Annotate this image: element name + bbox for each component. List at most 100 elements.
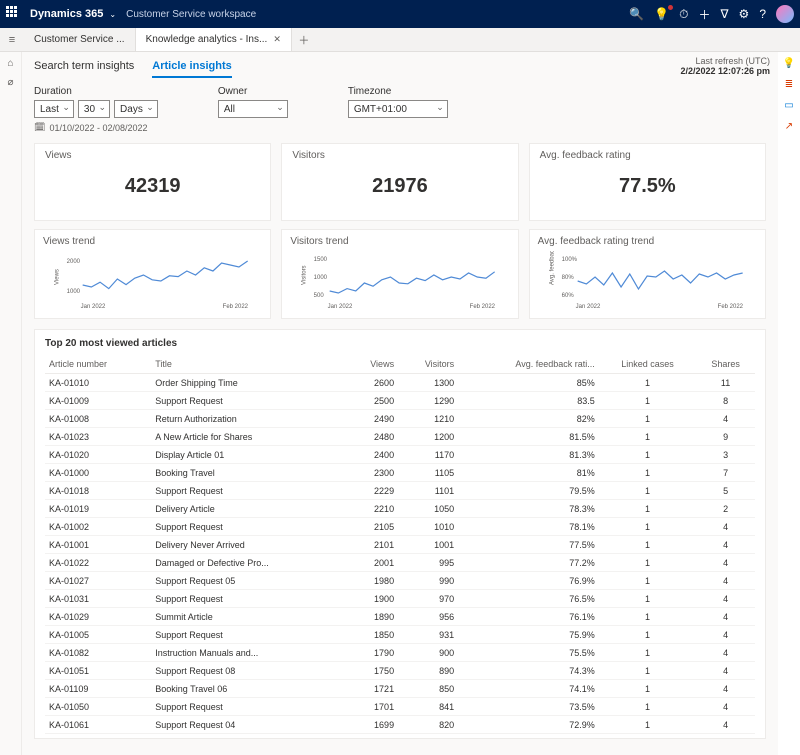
filter-icon[interactable]: ∇ bbox=[721, 7, 729, 21]
close-icon[interactable]: ✕ bbox=[273, 34, 281, 45]
table-row[interactable]: KA-01109Booking Travel 06172185074.1%14 bbox=[45, 680, 755, 698]
share-icon[interactable]: ↗ bbox=[785, 121, 793, 132]
owner-select[interactable]: All bbox=[218, 100, 288, 118]
table-row[interactable]: KA-01008Return Authorization2490121082%1… bbox=[45, 410, 755, 428]
table-row[interactable]: KA-01027Support Request 05198099076.9%14 bbox=[45, 572, 755, 590]
svg-text:60%: 60% bbox=[561, 293, 574, 299]
table-row[interactable]: KA-01020Display Article 012400117081.3%1… bbox=[45, 446, 755, 464]
cell-title: Instruction Manuals and... bbox=[151, 644, 347, 662]
cell-article: KA-01022 bbox=[45, 554, 151, 572]
col-feedback[interactable]: Avg. feedback rati... bbox=[458, 355, 599, 374]
table-row[interactable]: KA-01031Support Request190097076.5%14 bbox=[45, 590, 755, 608]
help-icon[interactable]: ? bbox=[759, 7, 766, 21]
col-title[interactable]: Title bbox=[151, 355, 347, 374]
cell-shares: 4 bbox=[696, 554, 755, 572]
table-row[interactable]: KA-01018Support Request2229110179.5%15 bbox=[45, 482, 755, 500]
table-row[interactable]: KA-01010Order Shipping Time2600130085%11… bbox=[45, 374, 755, 392]
cell-title: Summit Article bbox=[151, 608, 347, 626]
table-row[interactable]: KA-01023A New Article for Shares24801200… bbox=[45, 428, 755, 446]
table-row[interactable]: KA-01082Instruction Manuals and...179090… bbox=[45, 644, 755, 662]
table-row[interactable]: KA-01022Damaged or Defective Pro...20019… bbox=[45, 554, 755, 572]
chat-icon[interactable]: ▭ bbox=[784, 100, 793, 111]
cell-title: Support Request bbox=[151, 482, 347, 500]
chevron-down-icon[interactable]: ⌄ bbox=[109, 10, 116, 19]
gear-icon[interactable]: ⚙ bbox=[739, 7, 750, 21]
cell-article: KA-01051 bbox=[45, 662, 151, 680]
cell-article: KA-01109 bbox=[45, 680, 151, 698]
clock-icon[interactable]: ⏱ bbox=[679, 7, 688, 22]
cell-feedback: 76.1% bbox=[458, 608, 599, 626]
col-visitors[interactable]: Visitors bbox=[398, 355, 458, 374]
feedback-trend-chart: Avg. feedback rating 100% 80% 60% Jan 20… bbox=[538, 251, 757, 311]
plus-icon[interactable]: ＋ bbox=[699, 6, 711, 23]
table-row[interactable]: KA-01061Support Request 04169982072.9%14 bbox=[45, 716, 755, 734]
cell-views: 2600 bbox=[347, 374, 398, 392]
tab-knowledge-analytics[interactable]: Knowledge analytics - Ins...✕ bbox=[136, 28, 292, 51]
table-row[interactable]: KA-01029Summit Article189095676.1%14 bbox=[45, 608, 755, 626]
cell-article: KA-01061 bbox=[45, 716, 151, 734]
col-linked[interactable]: Linked cases bbox=[599, 355, 696, 374]
waffle-icon[interactable] bbox=[6, 6, 22, 22]
cell-feedback: 76.9% bbox=[458, 572, 599, 590]
bulb-icon[interactable]: 💡 bbox=[654, 7, 669, 21]
duration-mode-select[interactable]: Last bbox=[34, 100, 74, 118]
cell-feedback: 79.5% bbox=[458, 482, 599, 500]
cell-article: KA-01027 bbox=[45, 572, 151, 590]
duration-count-select[interactable]: 30 bbox=[78, 100, 110, 118]
list-icon[interactable]: ≣ bbox=[785, 79, 793, 90]
cell-feedback: 75.9% bbox=[458, 626, 599, 644]
cell-shares: 4 bbox=[696, 590, 755, 608]
tab-article-insights[interactable]: Article insights bbox=[152, 60, 231, 78]
new-tab-button[interactable]: ＋ bbox=[292, 28, 316, 51]
hamburger-icon[interactable]: ≡ bbox=[0, 28, 24, 51]
cell-views: 2001 bbox=[347, 554, 398, 572]
cell-title: Order Shipping Time bbox=[151, 374, 347, 392]
tab-search-term-insights[interactable]: Search term insights bbox=[34, 60, 134, 78]
cell-shares: 4 bbox=[696, 626, 755, 644]
table-row[interactable]: KA-01051Support Request 08175089074.3%14 bbox=[45, 662, 755, 680]
brand-label[interactable]: Dynamics 365 bbox=[30, 8, 103, 20]
tab-customer-service[interactable]: Customer Service ... bbox=[24, 28, 136, 51]
cell-title: Support Request bbox=[151, 518, 347, 536]
lightbulb-icon[interactable]: 💡 bbox=[783, 58, 795, 69]
svg-text:Jan 2022: Jan 2022 bbox=[575, 304, 600, 310]
home-icon[interactable]: ⌂ bbox=[7, 58, 13, 69]
col-shares[interactable]: Shares bbox=[696, 355, 755, 374]
app-topbar: Dynamics 365 ⌄ Customer Service workspac… bbox=[0, 0, 800, 28]
cell-linked: 1 bbox=[599, 482, 696, 500]
table-row[interactable]: KA-01001Delivery Never Arrived2101100177… bbox=[45, 536, 755, 554]
col-views[interactable]: Views bbox=[347, 355, 398, 374]
cell-views: 2101 bbox=[347, 536, 398, 554]
table-row[interactable]: KA-01050Support Request170184173.5%14 bbox=[45, 698, 755, 716]
cell-linked: 1 bbox=[599, 446, 696, 464]
cell-views: 1701 bbox=[347, 698, 398, 716]
search-icon[interactable]: 🔍 bbox=[629, 7, 644, 21]
col-article[interactable]: Article number bbox=[45, 355, 151, 374]
cell-title: Delivery Article bbox=[151, 500, 347, 518]
table-row[interactable]: KA-01002Support Request2105101078.1%14 bbox=[45, 518, 755, 536]
refresh-time: 2/2/2022 12:07:26 pm bbox=[680, 66, 770, 76]
cell-article: KA-01001 bbox=[45, 536, 151, 554]
duration-unit-select[interactable]: Days bbox=[114, 100, 158, 118]
table-row[interactable]: KA-01005Support Request185093175.9%14 bbox=[45, 626, 755, 644]
cell-visitors: 931 bbox=[398, 626, 458, 644]
visitors-trend-label: Visitors trend bbox=[290, 236, 509, 247]
svg-text:Views: Views bbox=[55, 269, 61, 285]
timezone-select[interactable]: GMT+01:00 bbox=[348, 100, 448, 118]
table-row[interactable]: KA-01009Support Request2500129083.518 bbox=[45, 392, 755, 410]
kpi-feedback-label: Avg. feedback rating bbox=[540, 150, 755, 161]
avatar[interactable] bbox=[776, 5, 794, 23]
table-row[interactable]: KA-01000Booking Travel2300110581%17 bbox=[45, 464, 755, 482]
cell-shares: 4 bbox=[696, 608, 755, 626]
table-row[interactable]: KA-01019Delivery Article2210105078.3%12 bbox=[45, 500, 755, 518]
cell-article: KA-01008 bbox=[45, 410, 151, 428]
last-refresh: Last refresh (UTC) 2/2/2022 12:07:26 pm bbox=[680, 56, 770, 76]
filter-bar: Duration Last 30 Days 🗓 01/10/2022 - 02/… bbox=[34, 86, 766, 133]
cell-linked: 1 bbox=[599, 698, 696, 716]
svg-text:80%: 80% bbox=[561, 275, 574, 281]
cell-shares: 8 bbox=[696, 392, 755, 410]
cell-title: Support Request 05 bbox=[151, 572, 347, 590]
cell-title: Booking Travel 06 bbox=[151, 680, 347, 698]
pin-icon[interactable]: ⌀ bbox=[7, 77, 13, 88]
cell-visitors: 841 bbox=[398, 698, 458, 716]
